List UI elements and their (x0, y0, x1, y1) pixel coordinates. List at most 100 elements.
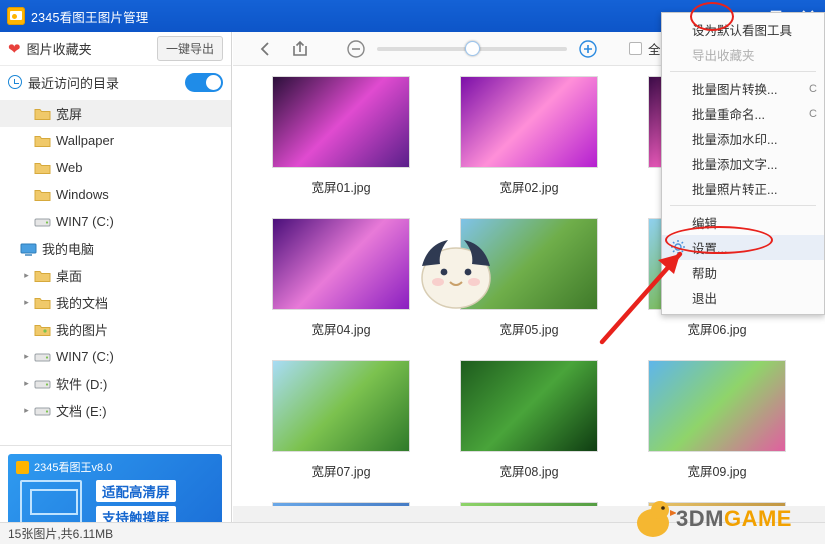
menu-item-label: 批量添加文字... (692, 154, 777, 173)
share-upload-icon[interactable] (283, 32, 317, 66)
tree-item[interactable]: Web (0, 154, 231, 181)
thumbnail-cell[interactable]: 宽屏08.jpg (435, 360, 623, 502)
tree-item[interactable]: ▸ WIN7 (C:) (0, 343, 231, 370)
tree-item[interactable]: ▸ 文档 (E:) (0, 397, 231, 424)
menu-item-shortcut: C (809, 108, 817, 120)
promo-title-row: 2345看图王v8.0 (16, 459, 222, 475)
zoom-slider[interactable] (377, 47, 567, 51)
menu-item-label: 批量添加水印... (692, 129, 777, 148)
thumbnail-caption: 宽屏08.jpg (499, 461, 558, 480)
promo-title: 2345看图王v8.0 (34, 459, 112, 475)
tree-item-label: Wallpaper (56, 133, 114, 148)
zoom-slider-handle[interactable] (465, 41, 480, 56)
one-key-export-button[interactable]: 一键导出 (157, 36, 223, 61)
zoom-in-icon[interactable] (571, 32, 605, 66)
tree-item[interactable]: ▸桌面 (0, 262, 231, 289)
chevron-right-icon[interactable]: ▸ (20, 270, 33, 281)
thumbnail-cell[interactable]: 宽屏07.jpg (247, 360, 435, 502)
drive-icon (33, 215, 51, 229)
tree-item[interactable]: 宽屏 (0, 100, 231, 127)
documents-icon (33, 296, 51, 310)
thumbnail-image[interactable] (272, 76, 410, 168)
favorites-label: 图片收藏夹 (27, 39, 92, 58)
menu-item-shortcut: C (809, 83, 817, 95)
folder-icon (33, 134, 51, 148)
recent-directories-toggle[interactable] (185, 73, 223, 92)
folder-icon (33, 107, 51, 121)
folder-icon (33, 188, 51, 202)
menu-separator (670, 71, 816, 72)
menu-item[interactable]: 设为默认看图工具 (662, 17, 824, 42)
promo-badge-icon (16, 461, 29, 474)
computer-icon (19, 242, 37, 256)
chevron-right-icon[interactable]: ▸ (20, 405, 33, 416)
menu-item[interactable]: 批量照片转正... (662, 176, 824, 201)
menu-item[interactable]: 批量添加水印... (662, 126, 824, 151)
tree-item-label: WIN7 (C:) (56, 214, 114, 229)
drive-icon (33, 404, 51, 418)
select-all-label: 全 (648, 39, 661, 58)
tree-item[interactable]: Windows (0, 181, 231, 208)
monitor-icon (20, 480, 82, 524)
zoom-out-icon[interactable] (339, 32, 373, 66)
drive-icon (33, 377, 51, 391)
sidebar-divider (0, 445, 231, 446)
tree-item-label: 宽屏 (56, 104, 82, 123)
tree-item[interactable]: ▸软件 (D:) (0, 370, 231, 397)
thumbnail-image[interactable] (460, 360, 598, 452)
tree-item-label: 我的电脑 (42, 239, 94, 258)
chevron-right-icon[interactable]: ▸ (20, 297, 33, 308)
sidebar: ❤ 图片收藏夹 一键导出 最近访问的目录 宽屏 Wallpaper Web Windo… (0, 32, 232, 522)
menu-item[interactable]: 批量添加文字... (662, 151, 824, 176)
select-all-checkbox[interactable] (629, 42, 642, 55)
desktop-folder-icon (33, 269, 51, 283)
back-arrow-icon[interactable] (249, 32, 283, 66)
tree-item-label: WIN7 (C:) (56, 349, 114, 364)
tree-item-label: 我的文档 (56, 293, 108, 312)
pictures-icon (33, 323, 51, 337)
menu-item-label: 设为默认看图工具 (692, 20, 792, 39)
tree-item-label: Windows (56, 187, 109, 202)
thumbnail-image[interactable] (272, 360, 410, 452)
menu-item: 导出收藏夹 (662, 42, 824, 67)
chevron-right-icon[interactable]: ▸ (20, 378, 33, 389)
menu-item-label: 批量图片转换... (692, 79, 777, 98)
menu-item-label: 编辑 (692, 213, 717, 232)
menu-item-label: 批量重命名... (692, 104, 765, 123)
heart-icon: ❤ (8, 40, 21, 58)
thumbnail-cell[interactable]: 宽屏02.jpg (435, 76, 623, 218)
thumbnail-cell[interactable]: 宽屏04.jpg (247, 218, 435, 360)
favorites-row[interactable]: ❤ 图片收藏夹 一键导出 (0, 32, 231, 66)
menu-item[interactable]: 批量图片转换... C (662, 76, 824, 101)
tree-item-label: 文档 (E:) (56, 401, 107, 420)
thumbnail-caption: 宽屏01.jpg (311, 177, 370, 196)
menu-item[interactable]: 编辑 (662, 210, 824, 235)
tree-item[interactable]: ▸ 我的文档 (0, 289, 231, 316)
thumbnail-cell[interactable]: 宽屏01.jpg (247, 76, 435, 218)
watermark-duck-icon (630, 498, 676, 540)
thumbnail-image[interactable] (648, 360, 786, 452)
tree-item[interactable]: Wallpaper (0, 127, 231, 154)
menu-item[interactable]: 批量重命名... C (662, 101, 824, 126)
tree-item[interactable]: 我的图片 (0, 316, 231, 343)
chevron-right-icon[interactable]: ▸ (20, 351, 33, 362)
menu-item-label: 批量照片转正... (692, 179, 777, 198)
folder-tree: 宽屏WallpaperWebWindowsWIN7 (C:)我的电脑▸桌面▸我的… (0, 98, 231, 424)
thumbnail-caption: 宽屏02.jpg (499, 177, 558, 196)
thumbnail-image[interactable] (460, 76, 598, 168)
tree-item[interactable]: 我的电脑 (0, 235, 231, 262)
app-icon (7, 7, 25, 25)
thumbnail-caption: 宽屏09.jpg (687, 461, 746, 480)
tree-item[interactable]: WIN7 (C:) (0, 208, 231, 235)
menu-item-label: 导出收藏夹 (692, 45, 755, 64)
recent-directories-row[interactable]: 最近访问的目录 (0, 66, 231, 98)
thumbnail-caption: 宽屏07.jpg (311, 461, 370, 480)
thumbnail-cell[interactable]: 宽屏09.jpg (623, 360, 811, 502)
clock-icon (8, 75, 22, 89)
thumbnail-image[interactable] (272, 218, 410, 310)
duck-mascot-icon (408, 226, 504, 315)
tree-item-label: Web (56, 160, 83, 175)
window-title: 2345看图王图片管理 (31, 7, 149, 26)
status-text: 15张图片,共6.11MB (8, 525, 113, 542)
drive-icon (33, 350, 51, 364)
